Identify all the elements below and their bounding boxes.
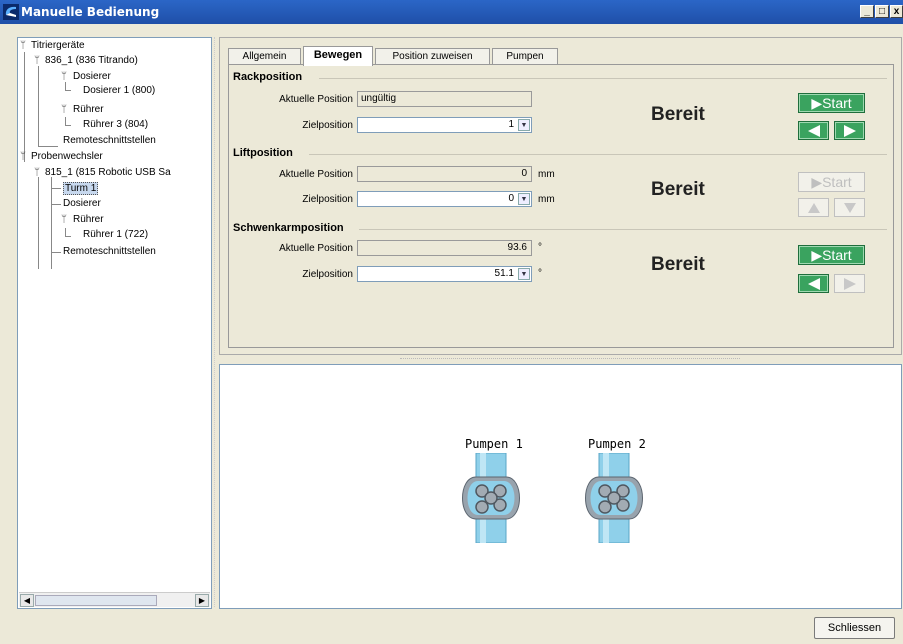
horizontal-splitter[interactable] [400, 358, 740, 362]
rack-section-title: Rackposition [233, 71, 303, 83]
rack-right-button[interactable] [834, 121, 865, 140]
window-title: Manuelle Bedienung [21, 5, 160, 19]
lift-current-position-field: 0 [357, 166, 532, 182]
collapse-pin-icon[interactable]: ᛘ [61, 71, 67, 82]
swing-current-unit: ° [538, 242, 542, 253]
swing-left-button[interactable] [798, 274, 829, 293]
arrow-right-icon [844, 278, 856, 290]
scroll-left-icon[interactable]: ◀ [20, 594, 34, 607]
pump-2-label: Pumpen 2 [588, 437, 646, 451]
lift-target-position-select[interactable]: 0 ▼ [357, 191, 532, 207]
close-window-button[interactable]: x [890, 5, 903, 18]
scroll-thumb[interactable] [35, 595, 157, 606]
lift-section-title: Liftposition [233, 147, 293, 159]
chevron-down-icon[interactable]: ▼ [518, 193, 530, 205]
pump-view: Pumpen 1 Pumpen 2 [219, 364, 902, 609]
rack-current-position-field: ungültig [357, 91, 532, 107]
swing-section-title: Schwenkarmposition [233, 222, 344, 234]
tree-horizontal-scrollbar[interactable]: ◀ ▶ [19, 592, 210, 607]
tab-bewegen[interactable]: Bewegen [303, 46, 373, 66]
close-button[interactable]: Schliessen [814, 617, 895, 639]
rack-left-button[interactable] [798, 121, 829, 140]
lift-current-label: Aktuelle Position [279, 169, 353, 180]
arrow-right-icon [844, 125, 856, 137]
swing-target-position-select[interactable]: 51.1 ▼ [357, 266, 532, 282]
chevron-down-icon[interactable]: ▼ [518, 119, 530, 131]
collapse-pin-icon[interactable]: ᛘ [61, 214, 67, 225]
arrow-left-icon [808, 278, 820, 290]
maximize-button[interactable]: □ [875, 5, 889, 18]
swing-start-button[interactable]: ▶Start [798, 245, 865, 265]
rack-target-label: Zielposition [302, 120, 353, 131]
swing-status: Bereit [651, 254, 705, 275]
swing-target-label: Zielposition [302, 269, 353, 280]
pump-1-label: Pumpen 1 [465, 437, 523, 451]
collapse-pin-icon[interactable]: ᛘ [20, 40, 26, 51]
chevron-down-icon[interactable]: ▼ [518, 268, 530, 280]
control-pane: Allgemein Bewegen Position zuweisen Pump… [219, 37, 902, 355]
rack-target-position-select[interactable]: 1 ▼ [357, 117, 532, 133]
lift-target-label: Zielposition [302, 194, 353, 205]
collapse-pin-icon[interactable]: ᛘ [61, 104, 67, 115]
pump-2-icon [585, 453, 643, 543]
collapse-pin-icon[interactable]: ᛘ [20, 151, 26, 162]
tab-position-zuweisen[interactable]: Position zuweisen [375, 48, 490, 64]
lift-start-button[interactable]: ▶Start [798, 172, 865, 192]
arrow-down-icon [844, 203, 856, 213]
title-bar: Manuelle Bedienung _ □ x [0, 0, 903, 24]
lift-status: Bereit [651, 179, 705, 200]
collapse-pin-icon[interactable]: ᛘ [34, 167, 40, 178]
tab-allgemein[interactable]: Allgemein [228, 48, 301, 64]
app-logo-icon [3, 4, 19, 20]
tab-pumpen[interactable]: Pumpen [492, 48, 558, 64]
swing-current-label: Aktuelle Position [279, 243, 353, 254]
lift-current-unit: mm [538, 169, 555, 180]
vertical-splitter[interactable] [214, 37, 217, 607]
rack-status: Bereit [651, 104, 705, 125]
lift-up-button[interactable] [798, 198, 829, 217]
tab-content-bewegen: Rackposition Aktuelle Position ungültig … [228, 64, 894, 348]
rack-current-label: Aktuelle Position [279, 94, 353, 105]
arrow-left-icon [808, 125, 820, 137]
swing-target-unit: ° [538, 268, 542, 279]
minimize-button[interactable]: _ [860, 5, 874, 18]
rack-start-button[interactable]: ▶Start [798, 93, 865, 113]
lift-down-button[interactable] [834, 198, 865, 217]
swing-current-position-field: 93.6 [357, 240, 532, 256]
device-tree[interactable]: ᛘ Titriergeräte ᛘ 836_1 (836 Titrando) ᛘ… [17, 37, 212, 609]
pump-1-icon [462, 453, 520, 543]
collapse-pin-icon[interactable]: ᛘ [34, 55, 40, 66]
swing-right-button[interactable] [834, 274, 865, 293]
arrow-up-icon [808, 203, 820, 213]
lift-target-unit: mm [538, 194, 555, 205]
scroll-right-icon[interactable]: ▶ [195, 594, 209, 607]
